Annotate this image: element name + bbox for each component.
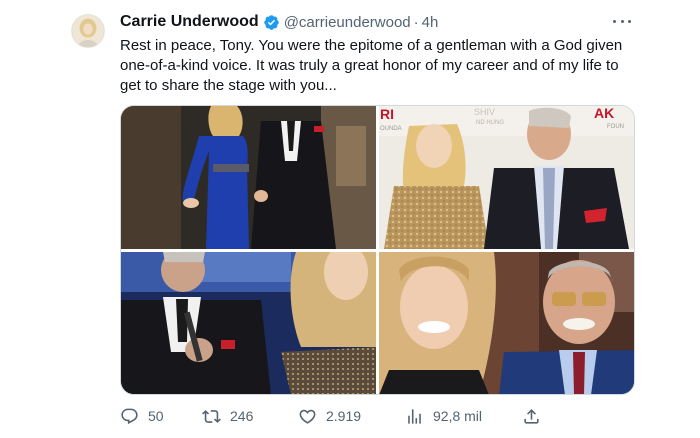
sign-ounda: OUNDA bbox=[380, 126, 402, 132]
photo-3[interactable] bbox=[121, 252, 376, 394]
share-icon bbox=[524, 408, 539, 424]
timestamp[interactable]: 4h bbox=[422, 14, 439, 31]
reply-icon bbox=[121, 408, 138, 424]
retweet-icon bbox=[202, 409, 221, 423]
sign-ak: AK bbox=[594, 106, 614, 121]
author-handle[interactable]: @carrieunderwood bbox=[284, 14, 411, 31]
views-button[interactable]: 92,8 mil bbox=[405, 402, 482, 430]
tweet-text: Rest in peace, Tony. You were the epitom… bbox=[120, 37, 623, 94]
reply-count: 50 bbox=[148, 408, 164, 424]
avatar[interactable] bbox=[71, 14, 105, 48]
photo-4[interactable] bbox=[379, 252, 634, 394]
verified-badge-icon bbox=[263, 14, 280, 31]
views-count: 92,8 mil bbox=[433, 408, 483, 424]
photo-1[interactable] bbox=[121, 106, 376, 249]
heart-icon bbox=[299, 409, 316, 424]
like-button[interactable]: 2.919 bbox=[298, 402, 361, 430]
sign-ri: RI bbox=[380, 106, 394, 122]
author-name[interactable]: Carrie Underwood bbox=[120, 13, 259, 31]
views-icon bbox=[408, 408, 421, 424]
more-icon[interactable] bbox=[611, 12, 633, 30]
sign-found: FOUN bbox=[607, 124, 624, 130]
photo-2[interactable]: RI OUNDA SHIV ND HUNG AK FOUN bbox=[379, 106, 634, 249]
reply-button[interactable]: 50 bbox=[120, 402, 164, 430]
sign-nd-hung: ND HUNG bbox=[476, 120, 504, 126]
tweet[interactable]: Carrie Underwood @carrieunderwood · 4h R… bbox=[0, 0, 700, 438]
action-bar: 50 246 2.919 92,8 mil bbox=[120, 402, 550, 430]
tweet-header: Carrie Underwood @carrieunderwood · 4h bbox=[120, 11, 438, 33]
sign-shiv: SHIV bbox=[474, 107, 495, 117]
separator-dot: · bbox=[413, 13, 419, 31]
media-grid: RI OUNDA SHIV ND HUNG AK FOUN bbox=[120, 105, 635, 395]
like-count: 2.919 bbox=[326, 408, 362, 424]
retweet-count: 246 bbox=[230, 408, 254, 424]
retweet-button[interactable]: 246 bbox=[202, 402, 253, 430]
share-button[interactable] bbox=[522, 402, 541, 430]
